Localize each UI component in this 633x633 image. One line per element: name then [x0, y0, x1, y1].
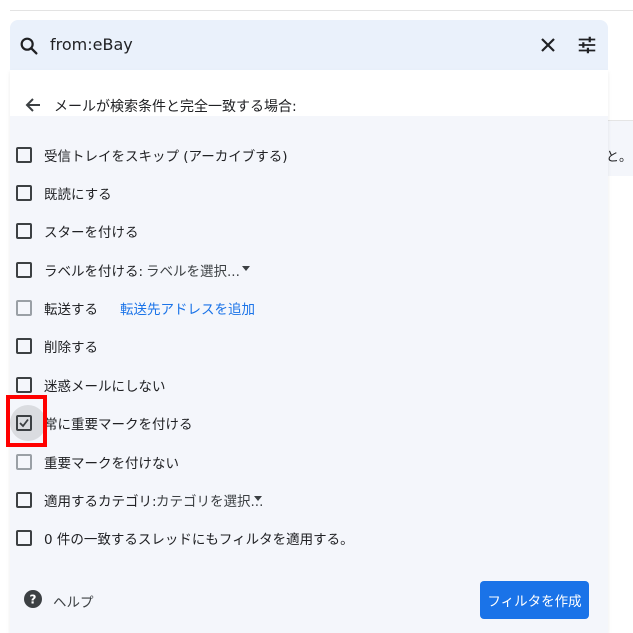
option-label: 削除する	[44, 340, 98, 356]
checkbox[interactable]	[16, 338, 32, 354]
checkbox[interactable]	[16, 454, 32, 470]
help-icon[interactable]: ?	[24, 590, 42, 608]
help-link[interactable]: ヘルプ	[53, 591, 94, 611]
option-label: 常に重要マークを付ける	[44, 417, 193, 433]
checkbox[interactable]	[16, 223, 32, 239]
option-label: 受信トレイをスキップ (アーカイブする)	[44, 149, 288, 165]
checkbox[interactable]	[16, 262, 32, 278]
option-label: 迷惑メールにしない	[44, 379, 166, 395]
checkbox[interactable]	[16, 377, 32, 393]
chevron-down-icon[interactable]	[254, 496, 262, 501]
search-icon[interactable]	[18, 35, 40, 57]
option-label: スターを付ける	[44, 225, 139, 241]
option-label: 転送する	[44, 302, 98, 318]
checkbox[interactable]	[16, 300, 32, 316]
category-dropdown[interactable]: カテゴリを選択...	[156, 490, 263, 510]
search-bar[interactable]: from:eBay	[10, 20, 608, 70]
background-text: と。	[606, 150, 633, 165]
close-icon[interactable]	[538, 35, 558, 55]
top-divider	[10, 10, 633, 11]
highlight-box	[6, 395, 47, 447]
option-label: 重要マークを付けない	[44, 456, 179, 472]
checkbox[interactable]	[16, 530, 32, 546]
option-label: 既読にする	[44, 187, 112, 203]
add-forwarding-address-link[interactable]: 転送先アドレスを追加	[120, 298, 255, 318]
panel-header: メールが検索条件と完全一致する場合:	[10, 70, 608, 116]
option-label: ラベルを付ける:	[44, 264, 144, 280]
chevron-down-icon[interactable]	[242, 266, 250, 271]
back-arrow-icon[interactable]	[24, 96, 42, 114]
option-label: 0 件の一致するスレッドにもフィルタを適用する。	[44, 532, 354, 548]
search-input[interactable]: from:eBay	[50, 35, 133, 54]
create-filter-button[interactable]: フィルタを作成	[480, 581, 589, 619]
svg-text:?: ?	[30, 593, 37, 607]
label-dropdown[interactable]: ラベルを選択...	[146, 260, 240, 280]
checkbox[interactable]	[16, 492, 32, 508]
panel-title: メールが検索条件と完全一致する場合:	[54, 99, 297, 115]
checkbox[interactable]	[16, 185, 32, 201]
checkbox[interactable]	[16, 147, 32, 163]
option-label: 適用するカテゴリ:	[44, 494, 157, 510]
tune-icon[interactable]	[576, 34, 598, 56]
